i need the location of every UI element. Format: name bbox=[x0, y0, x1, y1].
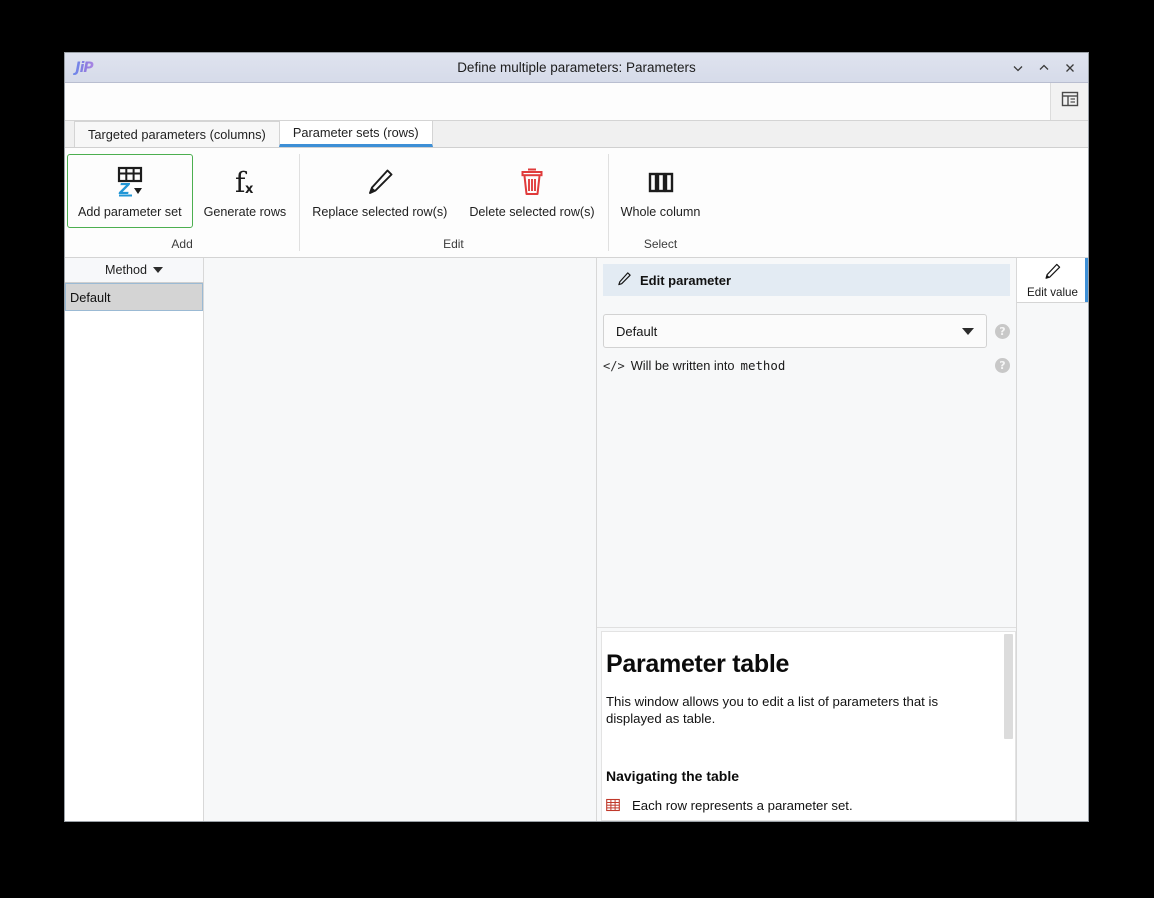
add-parameter-set-button[interactable]: Z Add parameter set bbox=[67, 154, 193, 228]
column-header-label: Method bbox=[105, 263, 147, 277]
dialog-window: JiP Define multiple parameters: Paramete… bbox=[64, 52, 1089, 822]
table-add-dropdown-icon: Z bbox=[112, 161, 148, 203]
ribbon-group-caption: Edit bbox=[299, 237, 607, 257]
ribbon-item-label: Replace selected row(s) bbox=[312, 205, 447, 219]
editor-panel: Edit parameter Default ? </> Will be wri… bbox=[597, 258, 1016, 821]
tab-label: Targeted parameters (columns) bbox=[88, 127, 266, 142]
parameter-value-row: Default ? bbox=[603, 314, 1010, 348]
layout-panel-button[interactable] bbox=[1050, 83, 1088, 120]
svg-text:x: x bbox=[245, 182, 254, 197]
replace-selected-rows-button[interactable]: Replace selected row(s) bbox=[301, 154, 458, 228]
table-grid-icon bbox=[606, 798, 620, 812]
ribbon-group-caption: Add bbox=[65, 237, 299, 257]
edit-parameter-title: Edit parameter bbox=[640, 273, 731, 288]
pencil-icon bbox=[617, 271, 632, 289]
table-cell-value: Default bbox=[70, 290, 111, 305]
close-button[interactable] bbox=[1058, 56, 1082, 80]
table-blank-area bbox=[204, 258, 597, 821]
written-into-target: method bbox=[741, 358, 786, 373]
tab-label: Parameter sets (rows) bbox=[293, 125, 419, 140]
doc-bullet-item: Each row represents a parameter set. bbox=[606, 798, 991, 813]
written-into-prefix: Will be written into bbox=[631, 358, 735, 373]
select-value: Default bbox=[616, 324, 657, 339]
ribbon-group-select: Whole column Select bbox=[608, 148, 714, 257]
window-controls bbox=[1006, 56, 1088, 80]
function-fx-icon: f x bbox=[228, 161, 262, 203]
ribbon-item-label: Add parameter set bbox=[78, 205, 182, 219]
whole-column-button[interactable]: Whole column bbox=[610, 154, 712, 228]
written-into-text: </> Will be written into method bbox=[603, 358, 987, 373]
tab-targeted-parameters[interactable]: Targeted parameters (columns) bbox=[74, 121, 280, 147]
parameter-table: Method Default bbox=[65, 258, 204, 821]
app-logo-icon: JiP bbox=[71, 58, 97, 78]
main-content: Method Default Edit parameter bbox=[65, 258, 1088, 821]
parameter-value-select[interactable]: Default bbox=[603, 314, 987, 348]
trash-icon bbox=[515, 161, 549, 203]
editor-empty-area bbox=[597, 373, 1016, 627]
doc-scrollbar-thumb[interactable] bbox=[1004, 634, 1013, 739]
tool-strip bbox=[65, 83, 1088, 121]
layout-panel-icon bbox=[1061, 91, 1079, 112]
pencil-icon bbox=[363, 161, 397, 203]
table-row[interactable]: Default bbox=[65, 283, 203, 311]
ribbon-toolbar: Z Add parameter set f x Generate bbox=[65, 148, 1088, 258]
ribbon-item-label: Generate rows bbox=[204, 205, 287, 219]
help-icon[interactable]: ? bbox=[995, 358, 1010, 373]
pencil-icon bbox=[1044, 262, 1062, 285]
doc-heading: Parameter table bbox=[606, 650, 991, 679]
documentation-panel: Parameter table This window allows you t… bbox=[601, 631, 1016, 821]
table-column-header-method[interactable]: Method bbox=[65, 258, 203, 283]
maximize-button[interactable] bbox=[1032, 56, 1056, 80]
ribbon-item-label: Whole column bbox=[621, 205, 701, 219]
doc-paragraph: This window allows you to edit a list of… bbox=[606, 693, 991, 728]
chevron-down-icon bbox=[962, 328, 974, 335]
side-tab-label: Edit value bbox=[1027, 286, 1078, 299]
window-title: Define multiple parameters: Parameters bbox=[65, 60, 1088, 75]
tab-bar: Targeted parameters (columns) Parameter … bbox=[65, 121, 1088, 148]
help-icon[interactable]: ? bbox=[995, 324, 1010, 339]
side-tab-edit-value[interactable]: Edit value bbox=[1017, 258, 1088, 303]
delete-selected-rows-button[interactable]: Delete selected row(s) bbox=[458, 154, 605, 228]
code-icon: </> bbox=[603, 359, 625, 373]
tab-parameter-sets[interactable]: Parameter sets (rows) bbox=[279, 120, 433, 147]
ribbon-group-caption: Select bbox=[608, 237, 714, 257]
doc-subheading: Navigating the table bbox=[606, 768, 991, 784]
ribbon-group-edit: Replace selected row(s) Delete sel bbox=[299, 148, 607, 257]
edit-parameter-section: Edit parameter Default ? </> Will be wri… bbox=[597, 258, 1016, 628]
title-bar: JiP Define multiple parameters: Paramete… bbox=[65, 53, 1088, 83]
written-into-row: </> Will be written into method ? bbox=[603, 358, 1010, 373]
ribbon-group-add: Z Add parameter set f x Generate bbox=[65, 148, 299, 257]
ribbon-item-label: Delete selected row(s) bbox=[469, 205, 594, 219]
doc-bullet-text: Each row represents a parameter set. bbox=[632, 798, 853, 813]
chevron-down-icon bbox=[153, 267, 163, 273]
side-tab-strip: Edit value bbox=[1016, 258, 1088, 821]
columns-icon bbox=[644, 161, 678, 203]
generate-rows-button[interactable]: f x Generate rows bbox=[193, 154, 298, 228]
minimize-button[interactable] bbox=[1006, 56, 1030, 80]
edit-parameter-header: Edit parameter bbox=[603, 264, 1010, 296]
table-empty-area[interactable] bbox=[65, 311, 203, 821]
tool-strip-empty-area bbox=[65, 83, 1050, 120]
